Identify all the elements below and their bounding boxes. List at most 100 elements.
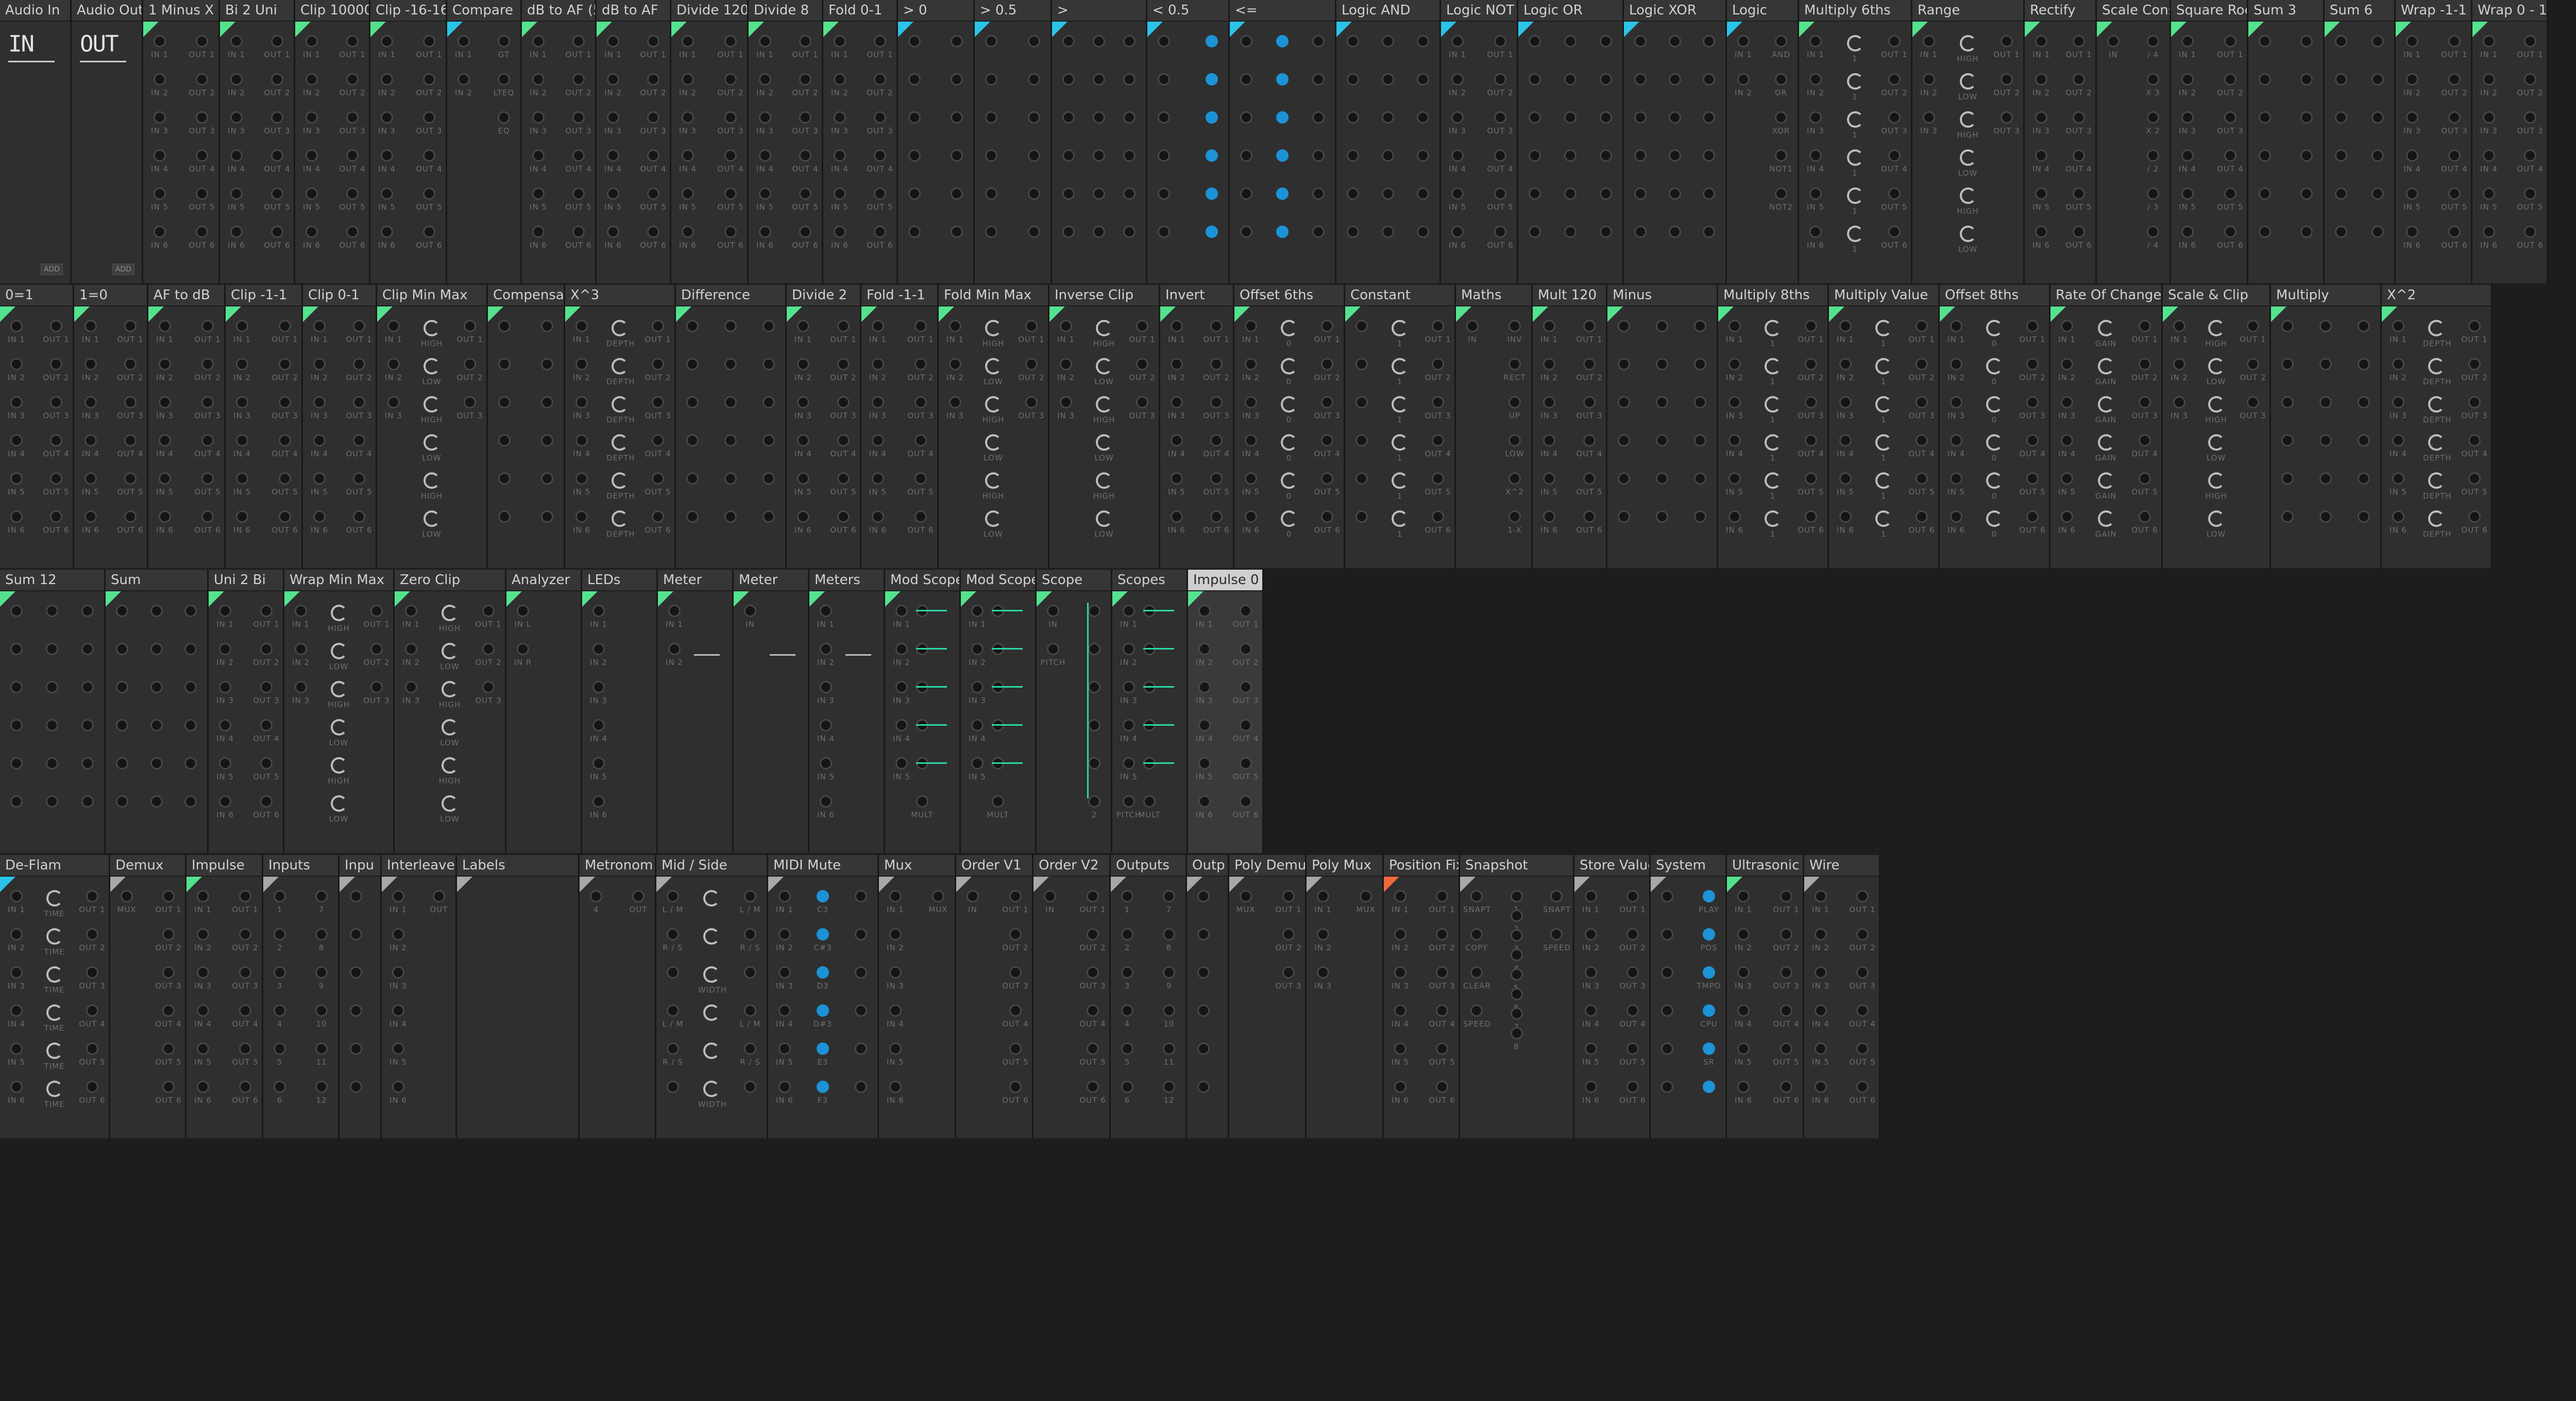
jack-icon[interactable] [116, 681, 128, 693]
jack-icon[interactable] [1347, 149, 1359, 162]
jack-icon[interactable] [837, 510, 850, 523]
jack-icon[interactable] [159, 472, 171, 485]
jack-icon[interactable] [86, 928, 98, 941]
knob-icon[interactable] [1846, 111, 1863, 128]
jack-icon[interactable] [2001, 73, 2013, 86]
knob-icon[interactable] [1986, 434, 2003, 451]
jack-icon[interactable] [1321, 396, 1333, 408]
jack-icon[interactable] [2371, 187, 2384, 200]
port[interactable]: IN 4 [1721, 434, 1748, 468]
jack-icon[interactable] [724, 226, 737, 238]
port[interactable]: IN 3 [77, 396, 104, 430]
jack-icon[interactable] [1618, 472, 1630, 485]
jack-icon[interactable] [1197, 1043, 1210, 1055]
module-0-5[interactable]: < 0.5 [1147, 0, 1230, 283]
port[interactable]: 7 [1156, 890, 1182, 924]
jack-icon[interactable] [834, 111, 846, 124]
port[interactable] [679, 320, 706, 354]
port[interactable]: OUT 6 [43, 510, 70, 544]
port[interactable]: OUT 4 [907, 434, 934, 468]
port[interactable]: IN 6 [1536, 510, 1563, 544]
knob-control[interactable] [698, 1043, 725, 1077]
jack-icon[interactable] [392, 1043, 404, 1055]
knob-control[interactable]: DEPTH [2423, 320, 2451, 354]
port[interactable] [1687, 358, 1714, 392]
jack-icon[interactable] [855, 966, 867, 979]
jack-icon[interactable] [1815, 928, 1827, 941]
port[interactable] [2274, 396, 2301, 430]
jack-icon[interactable] [1312, 149, 1325, 162]
port[interactable]: IN 1 [3, 320, 30, 354]
port[interactable]: OUT 6 [645, 510, 671, 544]
jack-icon[interactable] [607, 111, 619, 124]
jack-icon[interactable] [759, 226, 771, 238]
knob-control[interactable] [698, 890, 725, 924]
port[interactable] [1662, 187, 1688, 221]
module-title[interactable]: Divide 2 [787, 285, 860, 306]
module-logic-xor[interactable]: Logic XOR [1624, 0, 1727, 283]
knob-control[interactable]: TIME [41, 1081, 68, 1115]
jack-icon[interactable] [817, 928, 829, 941]
jack-icon[interactable] [1583, 472, 1596, 485]
jack-icon[interactable] [575, 510, 588, 523]
knob-control[interactable]: HIGH [1955, 111, 1981, 145]
port[interactable]: IN 1 [568, 320, 595, 354]
port[interactable]: IN [1040, 605, 1066, 639]
port[interactable] [1627, 149, 1654, 183]
module-outputs[interactable]: Outputs 1 2 3 4 5 6 7 8 9 10 11 12 [1111, 855, 1187, 1138]
port[interactable]: OUT 5 [645, 472, 671, 506]
knob-icon[interactable] [1392, 320, 1408, 336]
jack-icon[interactable] [949, 396, 961, 408]
jack-icon[interactable] [2406, 111, 2418, 124]
port[interactable]: IN 3 [306, 396, 333, 430]
port[interactable]: OUT 1 [117, 320, 144, 354]
knob-icon[interactable] [2428, 434, 2445, 451]
jack-icon[interactable] [271, 187, 283, 200]
knob-icon[interactable] [1096, 396, 1112, 413]
port[interactable] [848, 1043, 874, 1077]
jack-icon[interactable] [1432, 358, 1444, 370]
port[interactable]: IN 4 [600, 149, 626, 183]
jack-icon[interactable] [762, 396, 775, 408]
jack-icon[interactable] [197, 928, 209, 941]
jack-icon[interactable] [1436, 1043, 1448, 1055]
jack-icon[interactable] [908, 187, 921, 200]
port[interactable]: OUT 1 [1773, 890, 1800, 924]
jack-icon[interactable] [1656, 320, 1668, 332]
jack-icon[interactable] [2406, 187, 2418, 200]
jack-icon[interactable] [2224, 226, 2236, 238]
jack-icon[interactable] [1245, 472, 1257, 485]
jack-icon[interactable] [2147, 187, 2159, 200]
port[interactable] [755, 472, 782, 506]
knob-icon[interactable] [2428, 472, 2445, 489]
jack-icon[interactable] [1382, 149, 1394, 162]
jack-icon[interactable] [10, 757, 23, 770]
jack-icon[interactable] [1694, 320, 1706, 332]
port[interactable]: IN 6 [151, 510, 178, 544]
port[interactable]: OUT 1 [565, 35, 592, 69]
port[interactable]: IN 3 [2476, 111, 2502, 145]
port[interactable]: IN 1 [450, 35, 477, 69]
jack-icon[interactable] [1123, 111, 1136, 124]
knob-control[interactable]: DEPTH [606, 434, 635, 468]
knob-control[interactable]: LOW [326, 719, 352, 753]
jack-icon[interactable] [1805, 472, 1817, 485]
port[interactable]: OUT 4 [2131, 434, 2158, 468]
port[interactable] [143, 757, 170, 791]
port[interactable]: OUT 2 [1425, 358, 1451, 392]
port[interactable]: OUT 5 [189, 187, 215, 221]
jack-icon[interactable] [1028, 187, 1040, 200]
knob-icon[interactable] [1875, 472, 1892, 489]
jack-icon[interactable] [1282, 890, 1295, 902]
jack-icon[interactable] [874, 149, 886, 162]
jack-icon[interactable] [667, 928, 679, 941]
module-demux[interactable]: Demux MUX OUT 1 OUT 2 OUT 3 OUT 4 OUT 5 OUT 6 [110, 855, 187, 1138]
jack-icon[interactable] [686, 396, 699, 408]
port[interactable]: OUT 5 [264, 187, 291, 221]
jack-icon[interactable] [184, 643, 197, 655]
module-logic-or[interactable]: Logic OR [1518, 0, 1624, 283]
port[interactable]: IN 6 [1191, 795, 1218, 829]
port[interactable]: OUT 3 [1425, 396, 1451, 430]
port[interactable] [1696, 226, 1722, 260]
port[interactable]: SPEED [1463, 1004, 1490, 1038]
